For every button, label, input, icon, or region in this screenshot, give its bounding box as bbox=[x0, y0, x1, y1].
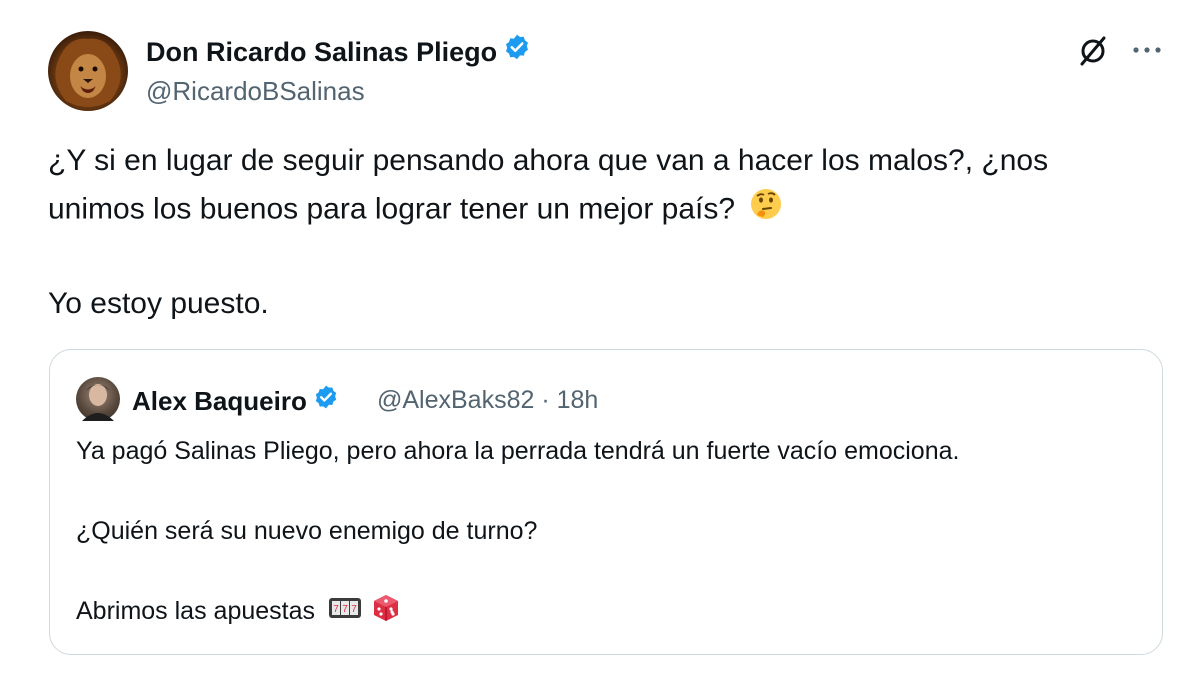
svg-text:7: 7 bbox=[342, 604, 348, 615]
quoted-text-segment: Abrimos las apuestas bbox=[76, 597, 316, 626]
tweet-text-line: Yo estoy puesto. bbox=[48, 287, 269, 320]
svg-text:7: 7 bbox=[351, 604, 357, 615]
quoted-author-name-text[interactable]: Alex Baqueiro bbox=[132, 385, 307, 417]
more-icon[interactable] bbox=[1130, 36, 1164, 64]
quoted-handle-time[interactable]: @AlexBaks82 · 18h bbox=[377, 384, 598, 416]
tweet-text-line: ¿Y si en lugar de seguir pensando ahora … bbox=[48, 144, 1049, 177]
quoted-text-line: Ya pagó Salinas Pliego, pero ahora la pe… bbox=[76, 437, 960, 465]
author-name-text[interactable]: Don Ricardo Salinas Pliego bbox=[146, 34, 497, 70]
quoted-author-name[interactable]: Alex Baqueiro bbox=[132, 384, 339, 417]
quoted-avatar[interactable] bbox=[76, 377, 120, 421]
tweet-text-line: unimos los buenos para lograr tener un m… bbox=[48, 187, 1168, 234]
verified-badge-icon bbox=[503, 33, 531, 70]
author-name[interactable]: Don Ricardo Salinas Pliego bbox=[146, 33, 531, 70]
avatar[interactable] bbox=[48, 31, 128, 111]
quoted-text-line: ¿Quién será su nuevo enemigo de turno? bbox=[76, 517, 538, 545]
game-die-icon bbox=[371, 593, 401, 632]
slot-machine-icon: 7 7 7 bbox=[328, 595, 362, 630]
quoted-tweet-card[interactable]: Alex Baqueiro @AlexBaks82 · 18h Ya pagó … bbox=[49, 349, 1163, 655]
svg-text:7: 7 bbox=[333, 604, 339, 615]
quoted-text-line: Abrimos las apuestas 7 7 7 bbox=[76, 593, 401, 632]
tweet-text-segment: unimos los buenos para lograr tener un m… bbox=[48, 192, 736, 226]
author-handle[interactable]: @RicardoBSalinas bbox=[146, 74, 365, 108]
verified-badge-icon bbox=[313, 384, 339, 417]
thinking-face-icon bbox=[749, 187, 783, 234]
grok-icon[interactable] bbox=[1076, 34, 1110, 68]
